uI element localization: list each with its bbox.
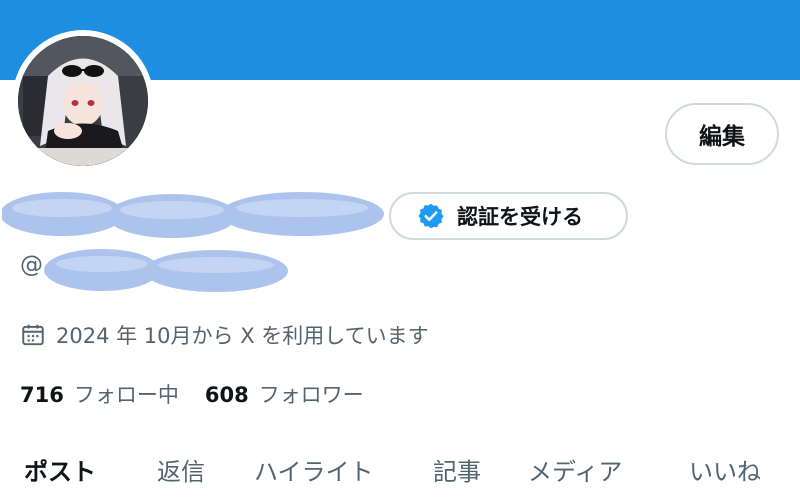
following-count[interactable]: 716: [20, 383, 64, 407]
redacted-display-name: [2, 192, 384, 238]
calendar-icon: [22, 324, 44, 346]
get-verified-button[interactable]: 認証を受ける: [389, 192, 628, 240]
profile-tabs: ポスト 返信 ハイライト 記事 メディア いいね: [0, 448, 800, 498]
tab-articles[interactable]: 記事: [433, 452, 481, 487]
follow-stats: 716 フォロー中 608 フォロワー: [20, 379, 390, 409]
followers-label[interactable]: フォロワー: [259, 379, 364, 409]
redacted-handle: [44, 249, 288, 292]
get-verified-label: 認証を受ける: [457, 205, 583, 229]
tab-media[interactable]: メディア: [528, 452, 622, 487]
tab-likes[interactable]: いいね: [689, 452, 761, 487]
followers-count[interactable]: 608: [205, 383, 249, 407]
profile-avatar[interactable]: [12, 30, 154, 172]
handle-prefix: @: [20, 252, 43, 278]
edit-profile-button[interactable]: 編集: [665, 103, 779, 165]
verified-badge-icon: [418, 203, 444, 229]
following-label[interactable]: フォロー中: [74, 379, 179, 409]
tab-posts[interactable]: ポスト: [24, 452, 96, 487]
joined-date-text: 2024 年 10月から X を利用しています: [56, 324, 429, 348]
tab-replies[interactable]: 返信: [157, 452, 205, 487]
edit-profile-label: 編集: [699, 124, 745, 150]
tab-highlights[interactable]: ハイライト: [254, 452, 374, 487]
avatar-image: [18, 36, 148, 166]
joined-date: 2024 年 10月から X を利用しています: [20, 320, 429, 350]
